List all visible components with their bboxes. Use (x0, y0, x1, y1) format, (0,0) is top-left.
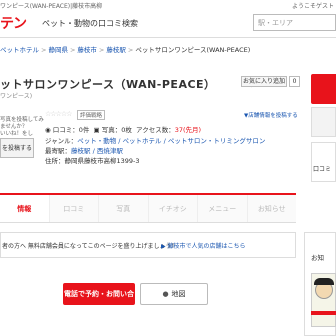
review-post-button[interactable] (311, 142, 336, 182)
breadcrumb-item-current: ペットサロンワンピース(WAN-PEACE) (135, 46, 251, 54)
photo-count[interactable]: 写真：0枚 (102, 126, 132, 134)
shop-genre: ジャンル：ペット・動物 / ペットホテル / ペットサロン・トリミングサロン (45, 135, 265, 145)
shop-kana: ワンピース) (0, 93, 33, 100)
shop-station: 最寄駅：藤枝駅 / 西焼津駅 (45, 145, 123, 155)
side-action-button[interactable] (311, 74, 336, 104)
tab-recommend[interactable]: イチオシ (147, 195, 197, 222)
map-button[interactable]: ● 地図 (140, 283, 208, 305)
tab-info[interactable]: 情報 (0, 195, 49, 222)
call-reserve-button[interactable]: 電話で予約・お問い合わせ (63, 283, 135, 320)
site-header: テン ペット・動物の口コミ検索 駅・エリア (0, 10, 336, 38)
review-count[interactable]: 口コミ：0件 (53, 126, 90, 134)
shop-tabs: 情報 口コミ 写真 イチオシ メニュー お知らせ (0, 193, 296, 223)
post-shop-info-link[interactable]: ▼店舗情報を投稿する (244, 111, 298, 119)
top-strip: ワンピース(WAN-PEACE)|藤枝市高柳 ようこそゲスト (0, 0, 336, 10)
tab-news[interactable]: お知らせ (246, 195, 296, 222)
tab-photos[interactable]: 写真 (98, 195, 148, 222)
shop-stats: ◉ 口コミ：0件 ▣ 写真：0枚 アクセス数：37(先月) (45, 124, 201, 134)
map-button-label: 地図 (171, 290, 186, 298)
post-photo-button[interactable]: を投稿する (0, 138, 34, 158)
station-links[interactable]: 藤枝駅 / 西焼津駅 (71, 147, 123, 155)
character-hair-icon (314, 278, 334, 285)
header-divider (0, 37, 336, 38)
genre-links[interactable]: ペット・動物 / ペットホテル / ペットサロン・トリミングサロン (77, 137, 265, 145)
illustration-accent-bar (311, 311, 336, 315)
breadcrumb: ペットホテル > 静岡県 > 藤枝市 > 藤枝駅 > ペットサロンワンピース(WAN-PEACE… (0, 46, 251, 54)
popular-shops-link[interactable]: ▶ 藤枝市で人気の店舗はこちら (161, 241, 246, 250)
shop-title: ットサロンワンピース（WAN-PEACE） (0, 78, 216, 91)
camera-icon: ▣ (93, 126, 100, 134)
owner-notice-text: 者の方へ 無料店舗会員になってこのページを盛り上げましょう！ (2, 243, 178, 250)
access-value: 37(先月) (174, 126, 202, 134)
news-panel-title: お知 (311, 254, 324, 262)
comment-icon: ◉ (45, 126, 51, 134)
rating-stars: ☆☆☆☆☆ (45, 110, 72, 118)
photo-post-prompt: 写真を投稿してみ ませんか？ いいね！をし (0, 117, 44, 137)
shop-address: 住所：静岡県藤枝市高柳1399-3 (45, 157, 140, 165)
breadcrumb-item-pet-hotel[interactable]: ペットホテル (0, 46, 39, 54)
map-pin-icon: ● (162, 290, 169, 298)
site-tagline: ペット・動物の口コミ検索 (42, 19, 138, 28)
review-post-label: 口コミ (313, 166, 332, 173)
tab-reviews[interactable]: 口コミ (48, 195, 98, 222)
add-favorite-button[interactable]: お気に入り追加 (241, 76, 287, 87)
breadcrumb-item-fujieda-station[interactable]: 藤枝駅 (106, 46, 126, 54)
site-logo[interactable]: テン (0, 13, 27, 33)
access-label: アクセス数： (136, 126, 175, 134)
rating-badge: 評価戦略 (77, 110, 106, 120)
genre-label: ジャンル： (45, 137, 78, 145)
side-secondary-button[interactable] (311, 107, 336, 137)
breadcrumb-item-shizuoka[interactable]: 静岡県 (48, 46, 68, 54)
breadcrumb-item-fujieda-city[interactable]: 藤枝市 (77, 46, 97, 54)
page-path-text: ワンピース(WAN-PEACE)|藤枝市高柳 (0, 3, 103, 10)
welcome-text: ようこそゲスト (291, 3, 334, 10)
favorite-count: 0 (289, 76, 300, 87)
tab-menu[interactable]: メニュー (197, 195, 247, 222)
station-label: 最寄駅： (45, 147, 71, 155)
station-area-search-input[interactable]: 駅・エリア (253, 14, 336, 31)
